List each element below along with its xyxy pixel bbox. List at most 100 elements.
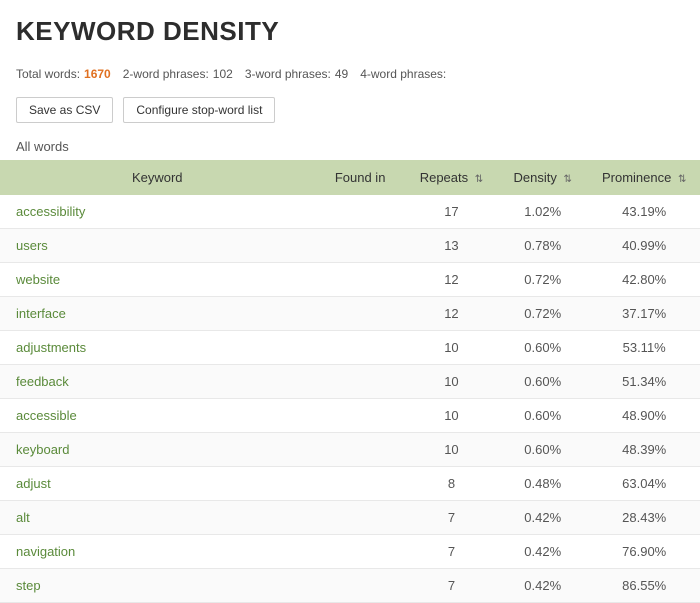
cell-density: 0.78% (497, 229, 588, 263)
cell-found-in (314, 399, 405, 433)
cell-keyword: navigation (0, 535, 314, 569)
cell-found-in (314, 195, 405, 229)
cell-density: 1.02% (497, 195, 588, 229)
two-word-stat: 2-word phrases: 102 (123, 67, 233, 81)
cell-keyword: interface (0, 297, 314, 331)
two-word-value: 102 (213, 67, 233, 81)
cell-keyword: adjust (0, 467, 314, 501)
table-row: adjustments 100.60%53.11% (0, 331, 700, 365)
three-word-value: 49 (335, 67, 348, 81)
cell-density: 0.72% (497, 263, 588, 297)
cell-repeats: 12 (406, 297, 497, 331)
cell-repeats: 7 (406, 501, 497, 535)
cell-prominence: 51.34% (588, 365, 700, 399)
cell-repeats: 13 (406, 229, 497, 263)
th-repeats[interactable]: Repeats ⇅ (406, 160, 497, 195)
th-found-in: Found in (314, 160, 405, 195)
cell-found-in (314, 467, 405, 501)
keyword-link[interactable]: accessible (16, 408, 77, 423)
table-body: accessibility171.02%43.19%users130.78%40… (0, 195, 700, 603)
density-sort-icon[interactable]: ⇅ (564, 174, 572, 185)
keyword-link[interactable]: interface (16, 306, 66, 321)
save-csv-button[interactable]: Save as CSV (16, 97, 113, 123)
table-row: adjust 80.48%63.04% (0, 467, 700, 501)
prominence-sort-icon[interactable]: ⇅ (678, 174, 686, 185)
cell-density: 0.42% (497, 569, 588, 603)
cell-prominence: 40.99% (588, 229, 700, 263)
cell-prominence: 37.17% (588, 297, 700, 331)
keyword-table-container: Keyword Found in Repeats ⇅ Density ⇅ Pro… (0, 160, 700, 603)
two-word-label: 2-word phrases: (123, 67, 209, 81)
three-word-label: 3-word phrases: (245, 67, 331, 81)
cell-prominence: 63.04% (588, 467, 700, 501)
configure-stopword-button[interactable]: Configure stop-word list (123, 97, 275, 123)
cell-repeats: 17 (406, 195, 497, 229)
three-word-stat: 3-word phrases: 49 (245, 67, 348, 81)
keyword-link[interactable]: adjust (16, 476, 51, 491)
cell-keyword: website (0, 263, 314, 297)
cell-found-in (314, 535, 405, 569)
table-row: navigation 70.42%76.90% (0, 535, 700, 569)
cell-density: 0.42% (497, 535, 588, 569)
cell-prominence: 76.90% (588, 535, 700, 569)
keyword-link[interactable]: navigation (16, 544, 75, 559)
keyword-link[interactable]: feedback (16, 374, 69, 389)
cell-prominence: 48.90% (588, 399, 700, 433)
keyword-link[interactable]: accessibility (16, 204, 85, 219)
cell-found-in (314, 263, 405, 297)
cell-repeats: 7 (406, 535, 497, 569)
cell-keyword: alt (0, 501, 314, 535)
keyword-link[interactable]: step (16, 578, 41, 593)
keyword-link[interactable]: alt (16, 510, 30, 525)
table-row: step 70.42%86.55% (0, 569, 700, 603)
cell-found-in (314, 331, 405, 365)
cell-density: 0.60% (497, 365, 588, 399)
cell-repeats: 10 (406, 433, 497, 467)
cell-prominence: 42.80% (588, 263, 700, 297)
cell-density: 0.60% (497, 433, 588, 467)
cell-found-in (314, 297, 405, 331)
table-row: feedback 100.60%51.34% (0, 365, 700, 399)
four-word-label: 4-word phrases: (360, 67, 446, 81)
cell-found-in (314, 569, 405, 603)
cell-keyword: users (0, 229, 314, 263)
cell-found-in (314, 501, 405, 535)
total-words-value: 1670 (84, 67, 111, 81)
cell-prominence: 48.39% (588, 433, 700, 467)
keyword-table: Keyword Found in Repeats ⇅ Density ⇅ Pro… (0, 160, 700, 603)
keyword-link[interactable]: website (16, 272, 60, 287)
th-prominence[interactable]: Prominence ⇅ (588, 160, 700, 195)
table-row: keyboard 100.60%48.39% (0, 433, 700, 467)
cell-repeats: 7 (406, 569, 497, 603)
cell-density: 0.60% (497, 331, 588, 365)
table-row: interface 120.72%37.17% (0, 297, 700, 331)
cell-repeats: 10 (406, 365, 497, 399)
cell-keyword: keyboard (0, 433, 314, 467)
stats-bar: Total words: 1670 2-word phrases: 102 3-… (16, 67, 446, 81)
table-row: alt 70.42%28.43% (0, 501, 700, 535)
total-words-stat: Total words: 1670 (16, 67, 111, 81)
cell-found-in (314, 365, 405, 399)
cell-density: 0.48% (497, 467, 588, 501)
keyword-link[interactable]: adjustments (16, 340, 86, 355)
table-row: accessible100.60%48.90% (0, 399, 700, 433)
table-row: website 120.72%42.80% (0, 263, 700, 297)
keyword-link[interactable]: users (16, 238, 48, 253)
toolbar: Save as CSV Configure stop-word list (0, 89, 700, 135)
cell-repeats: 10 (406, 331, 497, 365)
cell-repeats: 8 (406, 467, 497, 501)
th-density[interactable]: Density ⇅ (497, 160, 588, 195)
page-header: KEYWORD DENSITY Total words: 1670 2-word… (0, 0, 700, 89)
total-words-label: Total words: (16, 67, 80, 81)
keyword-link[interactable]: keyboard (16, 442, 69, 457)
cell-prominence: 28.43% (588, 501, 700, 535)
cell-prominence: 53.11% (588, 331, 700, 365)
cell-repeats: 12 (406, 263, 497, 297)
table-row: users 130.78%40.99% (0, 229, 700, 263)
cell-density: 0.72% (497, 297, 588, 331)
repeats-sort-icon[interactable]: ⇅ (475, 174, 483, 185)
cell-keyword: feedback (0, 365, 314, 399)
cell-prominence: 86.55% (588, 569, 700, 603)
cell-density: 0.60% (497, 399, 588, 433)
cell-density: 0.42% (497, 501, 588, 535)
